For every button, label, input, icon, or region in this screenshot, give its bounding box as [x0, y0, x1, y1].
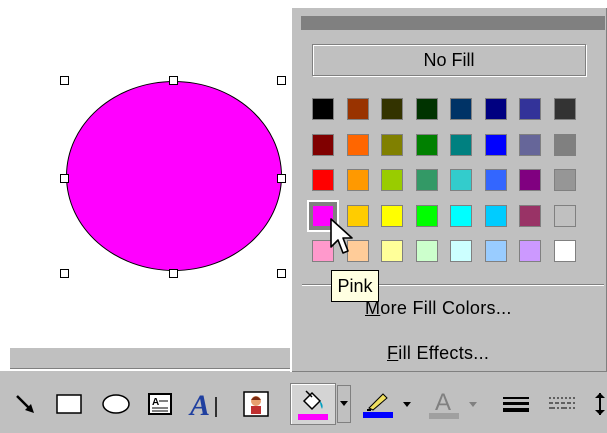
text-box-icon[interactable]: A — [142, 387, 178, 421]
color-swatch[interactable] — [312, 169, 334, 191]
no-fill-button[interactable]: No Fill — [312, 44, 586, 76]
color-swatch[interactable] — [415, 204, 438, 227]
more-fill-colors-item[interactable]: More Fill Colors... — [365, 298, 512, 319]
color-swatch[interactable] — [415, 240, 438, 262]
mouse-cursor-icon — [329, 217, 355, 257]
font-color-icon: A — [435, 389, 451, 413]
color-swatch[interactable] — [312, 98, 334, 120]
color-swatch[interactable] — [553, 240, 576, 262]
color-swatch[interactable] — [415, 98, 438, 120]
fill-color-swatch-bar — [298, 413, 328, 420]
color-swatch[interactable] — [519, 204, 541, 227]
drawing-toolbar: A A A — [0, 371, 607, 433]
oval-icon[interactable] — [96, 387, 136, 421]
menu-item-label: ore Fill Colors... — [380, 298, 512, 318]
color-swatch[interactable] — [519, 169, 541, 191]
color-swatch[interactable] — [484, 133, 507, 156]
dash-style-icon[interactable] — [542, 387, 582, 421]
fill-effects-item[interactable]: Fill Effects... — [387, 343, 489, 364]
clip-art-icon[interactable] — [238, 387, 274, 421]
svg-text:A: A — [152, 397, 159, 408]
resize-handle-top-right[interactable] — [277, 76, 286, 85]
color-swatch[interactable] — [450, 98, 472, 120]
line-color-dropdown[interactable] — [402, 395, 412, 415]
fill-color-button[interactable] — [290, 383, 336, 425]
pink-ellipse-shape[interactable] — [66, 81, 282, 271]
color-swatch[interactable] — [381, 169, 403, 191]
arrow-icon[interactable] — [8, 387, 42, 421]
svg-text:A: A — [435, 389, 451, 413]
resize-handle-bottom[interactable] — [169, 269, 178, 278]
color-swatch[interactable] — [519, 240, 541, 262]
font-color-dropdown[interactable] — [468, 395, 478, 415]
line-color-swatch-bar — [363, 412, 393, 418]
dropdown-arrow-icon — [340, 401, 348, 406]
color-swatch[interactable] — [450, 240, 472, 262]
color-swatch[interactable] — [346, 133, 369, 156]
color-tooltip: Pink — [331, 270, 379, 302]
color-swatch[interactable] — [346, 98, 369, 120]
color-swatch[interactable] — [553, 133, 576, 156]
popup-drag-bar[interactable] — [301, 16, 605, 30]
color-swatch[interactable] — [381, 240, 403, 262]
resize-handle-top-left[interactable] — [60, 76, 69, 85]
resize-handle-bottom-right[interactable] — [277, 269, 286, 278]
resize-handle-bottom-left[interactable] — [60, 269, 69, 278]
color-swatch[interactable] — [415, 169, 438, 191]
menu-item-label: ill Effects... — [398, 343, 490, 363]
resize-handle-right[interactable] — [277, 174, 286, 183]
color-swatch[interactable] — [553, 204, 576, 227]
color-swatch[interactable] — [519, 98, 541, 120]
fill-color-dropdown[interactable] — [337, 385, 351, 423]
font-color-swatch-bar — [429, 413, 459, 419]
color-swatch[interactable] — [484, 204, 507, 227]
line-color-button[interactable] — [358, 385, 398, 423]
mnemonic-letter: F — [387, 343, 399, 363]
color-swatch[interactable] — [450, 204, 472, 227]
color-swatch[interactable] — [381, 133, 403, 156]
resize-handle-top[interactable] — [169, 76, 178, 85]
color-swatch[interactable] — [519, 133, 541, 156]
fill-color-palette-popup: No Fill More Fill Colors... Fill Effects… — [290, 6, 607, 372]
resize-handle-left[interactable] — [60, 174, 69, 183]
color-swatch[interactable] — [553, 169, 576, 191]
line-color-icon — [367, 393, 388, 411]
font-color-button[interactable]: A — [424, 385, 464, 423]
color-swatch[interactable] — [346, 169, 369, 191]
dropdown-arrow-icon — [469, 402, 477, 407]
rectangle-icon[interactable] — [50, 387, 88, 421]
color-swatch[interactable] — [484, 240, 507, 262]
color-swatch[interactable] — [450, 133, 472, 156]
color-swatch[interactable] — [484, 98, 507, 120]
color-swatch[interactable] — [553, 98, 576, 120]
color-swatch[interactable] — [312, 133, 334, 156]
dropdown-arrow-icon — [403, 402, 411, 407]
color-swatch[interactable] — [381, 98, 403, 120]
arrow-style-icon[interactable] — [592, 387, 607, 421]
color-swatch[interactable] — [381, 204, 403, 227]
color-swatch[interactable] — [415, 133, 438, 156]
fill-color-icon — [302, 389, 323, 410]
wordart-icon[interactable]: A — [184, 387, 226, 421]
color-swatch[interactable] — [484, 169, 507, 191]
color-swatch[interactable] — [450, 169, 472, 191]
svg-text:A: A — [188, 389, 210, 419]
line-style-icon[interactable] — [496, 387, 536, 421]
